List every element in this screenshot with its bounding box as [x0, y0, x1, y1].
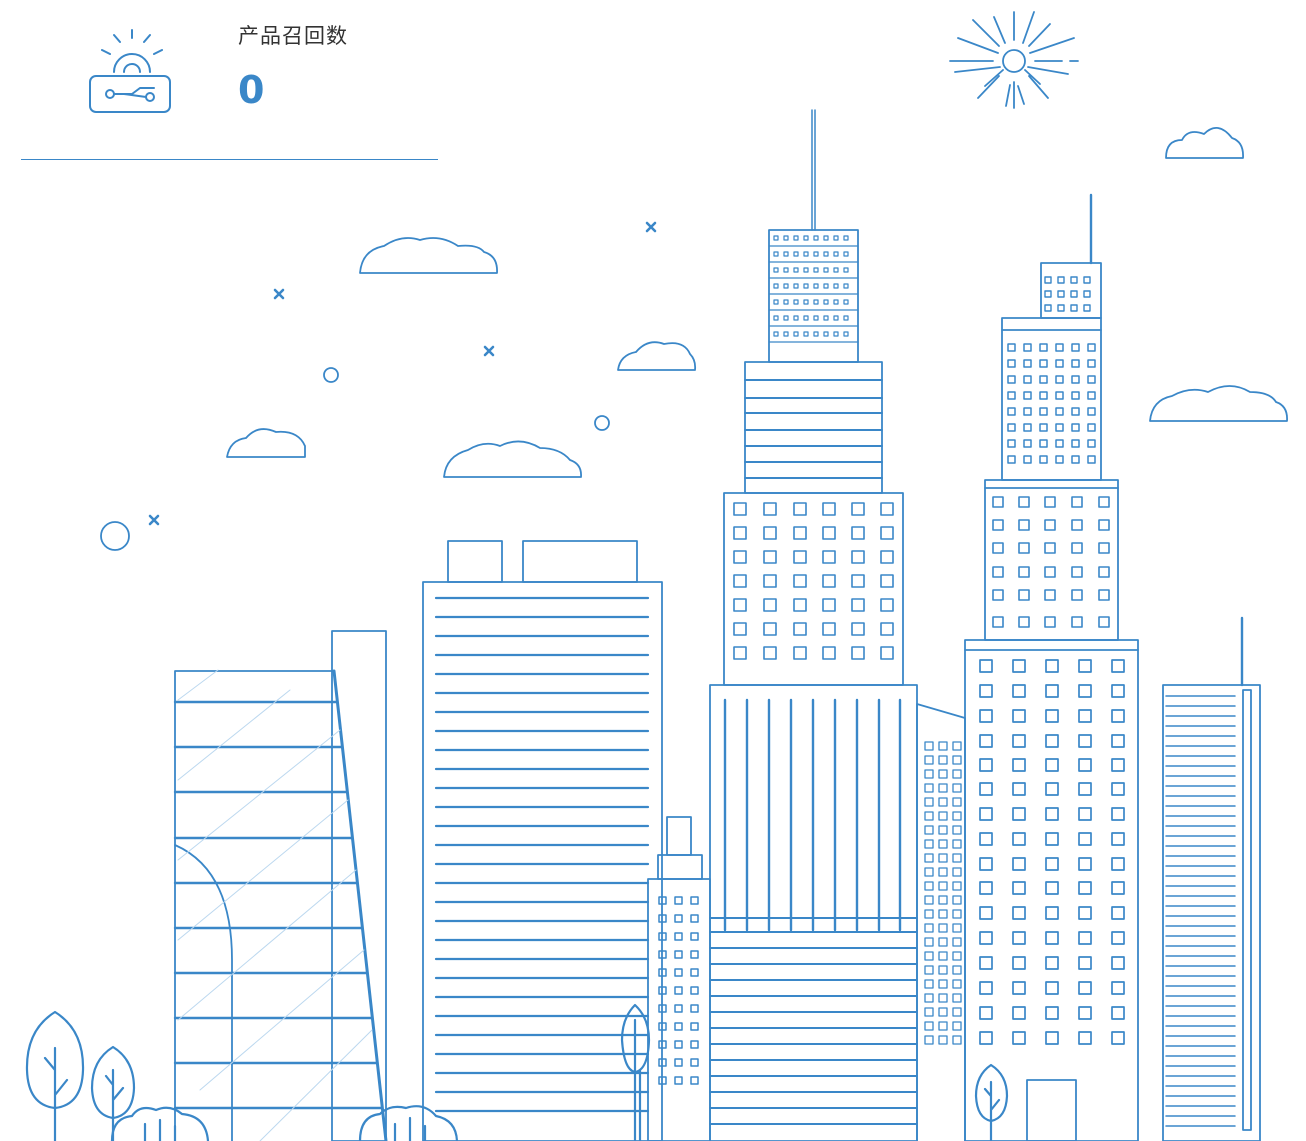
narrow-building — [916, 703, 966, 1141]
central-skyscraper — [709, 109, 918, 1141]
bubble-icon — [100, 367, 610, 551]
small-tower — [647, 816, 711, 1141]
bush-icon — [110, 1105, 459, 1141]
city-skyline-illustration — [25, 11, 1288, 1141]
sun-icon — [949, 11, 1079, 109]
right-tower — [964, 193, 1139, 1141]
glass-tower — [173, 630, 388, 1141]
sparkle-icon — [148, 221, 657, 526]
office-block — [422, 540, 663, 1141]
stripe-tower — [1162, 616, 1261, 1141]
cloud-icon — [226, 127, 1288, 478]
